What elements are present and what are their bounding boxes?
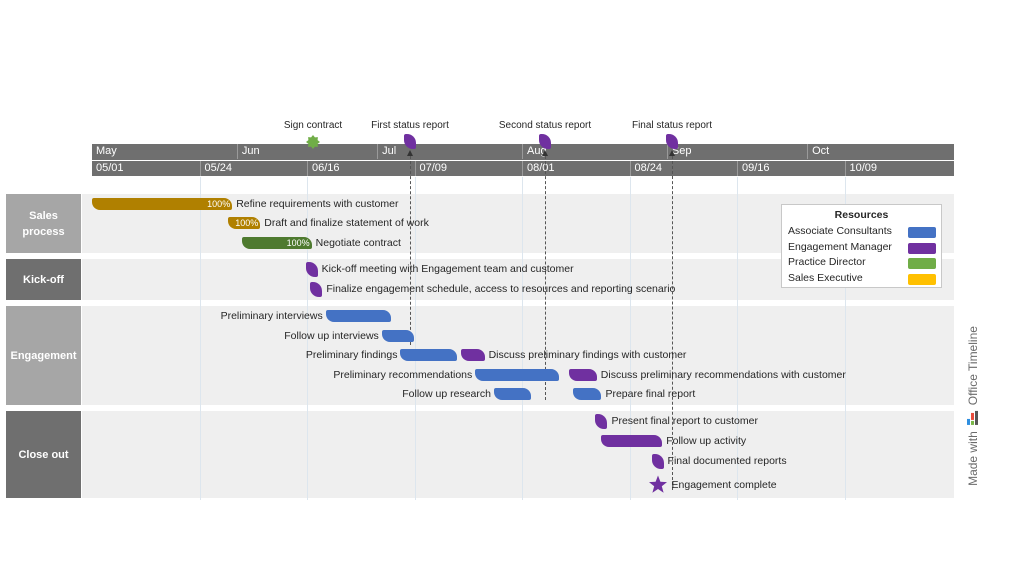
swimlane-title: Engagement [10, 349, 77, 362]
swimlane-title: Close out [18, 448, 69, 461]
task-percent: 100% [207, 199, 231, 209]
grid-line [199, 177, 201, 500]
task-label: Final documented reports [667, 455, 787, 467]
task-label: Follow up interviews [284, 330, 379, 342]
legend-swatch [908, 227, 936, 238]
task-label: Engagement complete [671, 479, 777, 491]
task-percent: 100% [286, 238, 310, 248]
legend-item: Engagement Manager [788, 240, 892, 253]
task-label: Discuss preliminary findings with custom… [488, 349, 687, 361]
month-label: Sep [666, 144, 807, 159]
made-with-text: Made with [966, 430, 980, 486]
swimlane-body [82, 411, 954, 498]
milestone-label: Final status report [631, 120, 713, 131]
task-bar [461, 349, 485, 361]
task-bar [493, 388, 532, 400]
milestone-label: Sign contract [283, 120, 343, 131]
date-tick-label: 05/01 [96, 162, 124, 174]
date-tick-label: 08/01 [522, 161, 630, 176]
task-bar [381, 330, 415, 342]
legend: Resources Associate Consultants Engagemen… [781, 204, 942, 288]
task-bar [475, 369, 560, 381]
date-row: 05/01 05/24 06/16 07/09 08/01 08/24 09/16 10/09 [92, 160, 954, 176]
month-row: May Jun Jul Aug Sep Oct [92, 144, 954, 159]
swimlane-header: Kick-off [6, 259, 81, 300]
date-tick-label: 05/24 [199, 161, 308, 176]
task-label: Follow up activity [666, 435, 747, 447]
month-label: Oct [807, 144, 954, 159]
swimlane-title: Sales process [22, 209, 65, 238]
star-shape [648, 475, 667, 493]
task-bar [400, 349, 457, 361]
task-bar [325, 310, 392, 322]
swimlane-title: Kick-off [23, 273, 64, 286]
swimlane-header: Sales process [6, 194, 81, 253]
task-label: Finalize engagement schedule, access to … [326, 283, 676, 295]
watermark: Made with Office Timeline [958, 308, 988, 503]
task-label: Prepare final report [605, 388, 696, 400]
legend-swatch [908, 258, 936, 269]
dashed-connector-line [410, 156, 411, 345]
task-label: Preliminary interviews [220, 310, 323, 322]
legend-swatch [908, 242, 936, 254]
task-label: Present final report to customer [611, 415, 758, 427]
date-tick-label: 07/09 [414, 161, 523, 176]
milestone-label: First status report [371, 120, 449, 131]
grid-line [629, 177, 631, 500]
legend-item: Sales Executive [788, 271, 863, 284]
task-label: Preliminary findings [305, 349, 398, 361]
month-label: May [96, 145, 117, 157]
grid-line [522, 177, 523, 500]
date-tick-label: 10/09 [844, 161, 955, 176]
task-percent: 100% [235, 218, 259, 228]
task-bar [568, 369, 597, 381]
legend-item: Practice Director [788, 256, 866, 268]
legend-swatch [908, 273, 936, 285]
legend-item: Associate Consultants [788, 225, 892, 237]
burst-shape [306, 135, 320, 149]
task-label: Kick-off meeting with Engagement team an… [321, 263, 574, 275]
task-label: Negotiate contract [315, 237, 401, 249]
grid-line [737, 177, 738, 500]
task-label: Refine requirements with customer [236, 198, 399, 210]
swimlane: Close out [6, 411, 954, 498]
brand-text: Office Timeline [966, 325, 980, 405]
task-label: Draft and finalize statement of work [264, 217, 429, 229]
time-scale: May Jun Jul Aug Sep Oct 05/01 05/24 06/16 07/09 0… [92, 144, 954, 176]
date-tick-label: 06/16 [307, 161, 415, 176]
task-bar [601, 435, 663, 447]
task-label: Preliminary recommendations [333, 369, 473, 381]
milestone-label: Second status report [498, 120, 592, 131]
office-timeline-logo-icon [967, 410, 978, 425]
swimlane-header: Close out [6, 411, 81, 498]
task-bar [573, 388, 602, 400]
swimlane-header: Engagement [6, 306, 81, 405]
task-label: Follow up research [402, 388, 491, 400]
timeline-chart: Sales process Kick-off Engagement Close out… [0, 0, 1024, 576]
task-bar: 100% [227, 217, 261, 229]
task-label: Discuss preliminary recommendations with… [600, 369, 846, 381]
task-bar: 100% [241, 237, 312, 249]
date-tick-label: 09/16 [737, 161, 845, 176]
task-bar: 100% [92, 198, 233, 210]
dashed-connector-line [545, 156, 546, 400]
sign-contract-burst-icon [306, 135, 320, 149]
month-label: Jul [377, 144, 522, 159]
legend-title: Resources [834, 209, 889, 221]
engagement-complete-star-icon [648, 475, 667, 493]
date-tick-label: 08/24 [629, 161, 738, 176]
